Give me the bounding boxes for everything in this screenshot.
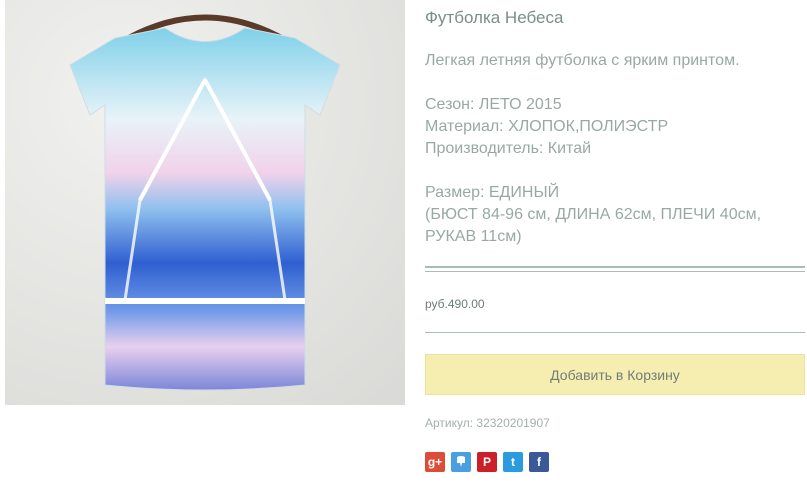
product-price: руб.490.00 [425,297,485,311]
divider [425,332,805,333]
product-sku: Артикул: 32320201907 [425,416,550,430]
add-to-cart-button[interactable]: Добавить в Корзину [425,354,805,395]
pinterest-icon[interactable]: P [477,452,497,472]
spec-season: Сезон: ЛЕТО 2015 [425,96,562,113]
spec-measurements-2: РУКАВ 11см) [425,228,522,245]
spec-size: Размер: ЕДИНЫЙ [425,184,560,201]
spec-measurements-1: (БЮСТ 84-96 см, ДЛИНА 62см, ПЛЕЧИ 40см, [425,206,762,223]
spec-material: Материал: ХЛОПОК,ПОЛИЭСТР [425,118,669,135]
product-image[interactable] [5,0,405,405]
tshirt-illustration [69,14,341,391]
twitter-icon[interactable]: t [503,452,523,472]
spec-manufacturer: Производитель: Китай [425,140,592,157]
odnoklassniki-icon[interactable] [451,452,471,472]
divider [425,266,805,272]
facebook-icon[interactable]: f [529,452,549,472]
product-description: Легкая летняя футболка с ярким принтом. [425,52,740,69]
google-plus-icon[interactable]: g+ [425,452,445,472]
share-buttons: g+ P t f [425,452,549,472]
product-title: Футболка Небеса [425,8,564,27]
